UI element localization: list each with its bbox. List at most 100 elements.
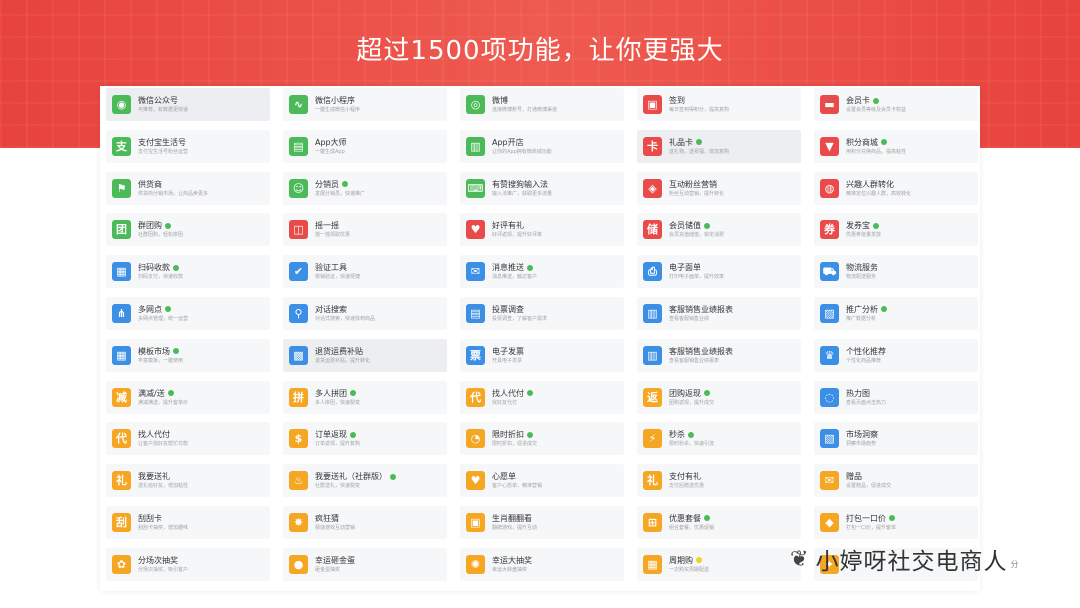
feature-card[interactable]: 储会员储值 会员充值储值，锁定消费 (637, 213, 801, 247)
feature-card[interactable]: ⛟ 物流服务 物流配送服务 (814, 255, 978, 289)
feature-card[interactable]: $ 订单返现 订单返现，提升复购 (283, 422, 447, 456)
feature-card[interactable]: ◔ 限时折扣 限时折扣，促进成交 (460, 422, 624, 456)
feature-name: 客服销售业绩报表 (669, 346, 733, 357)
feature-name: 供货商 (138, 179, 208, 190)
feature-card[interactable]: ◎ 微博 连接微博账号，打通微博渠道 (460, 88, 624, 121)
feature-card[interactable]: 支支付宝生活号 支付宝生活号粉丝运营 (106, 129, 270, 163)
feature-card[interactable]: ♛ 个性化推荐 个性化商品推荐 (814, 338, 978, 372)
feature-name: 赠品 (846, 471, 891, 482)
feature-name-text: 会员储值 (669, 221, 701, 231)
feature-card[interactable]: ✿ 分场次抽奖 分场次抽奖，吸引客户 (106, 547, 270, 581)
feature-name-text: 好评有礼 (492, 221, 524, 231)
feature-name-text: 分场次抽奖 (138, 555, 178, 565)
feature-name-text: 发券宝 (846, 221, 870, 231)
logistics-icon: ⛟ (820, 262, 839, 282)
feature-name: 团购返现 (669, 388, 714, 399)
feature-card[interactable]: ▧ 市场洞察 洞察市场趋势 (814, 422, 978, 456)
feature-card[interactable]: 团群团购 社群团购，轻松拼团 (106, 213, 270, 247)
feature-name: 群团购 (138, 220, 183, 231)
feature-card[interactable]: 代找人代付 找好友代付 (460, 380, 624, 414)
feature-card[interactable]: ▣ 生肖翻翻看 翻牌游戏，提升互动 (460, 505, 624, 539)
feature-card[interactable]: ☺ 分销员 发展分销员，快速推广 (283, 171, 447, 205)
feature-card[interactable]: ✉ 赠品 设置赠品，促进成交 (814, 464, 978, 498)
feature-card[interactable]: ⎙ 电子面单 打印电子面单，提升效率 (637, 255, 801, 289)
check-badge-icon (704, 222, 710, 229)
feature-name: 扫码收款 (138, 262, 183, 273)
feature-card[interactable]: 卡礼品卡 送礼物，送祝福，增加复购 (637, 129, 801, 163)
feature-card[interactable]: ⚑ 供货商 供货商分销市场，让商品卖更多 (106, 171, 270, 205)
stored-value-icon: 储 (643, 220, 662, 240)
feature-card[interactable]: ▤ 投票调查 投票调查，了解客户需求 (460, 296, 624, 330)
fans-marketing-icon: ◈ (643, 178, 662, 198)
feature-name: 找人代付 (138, 429, 188, 440)
feature-card[interactable]: ◌ 热力图 查看页面点击热力 (814, 380, 978, 414)
feature-name-text: 我要送礼（社群版） (315, 472, 387, 482)
feature-name: 模板市场 (138, 346, 183, 357)
check-badge-icon (881, 306, 887, 313)
feature-card[interactable]: 返团购返现 团购返现，提升成交 (637, 380, 801, 414)
feature-card[interactable]: ▨ 推广分析 推广数据分析 (814, 296, 978, 330)
feature-card[interactable]: ▼ 积分商城 用积分兑换商品，提高粘性 (814, 129, 978, 163)
feature-name-text: 找人代付 (138, 430, 170, 440)
feature-card[interactable]: ▦ 扫码收款 扫码支付，快速收款 (106, 255, 270, 289)
feature-card[interactable]: ▩ 退货运费补贴 退货运费补贴，提升转化 (283, 338, 447, 372)
feature-card[interactable]: ◆ 打包一口价 打包一口价，提升客单 (814, 505, 978, 539)
feature-card[interactable]: ◈ 互动粉丝营销 粉丝互动营销，提升转化 (637, 171, 801, 205)
feature-card[interactable]: 代找人代付 让客户找好友帮忙付款 (106, 422, 270, 456)
feature-desc: 打包一口价，提升客单 (846, 524, 897, 531)
feature-card[interactable]: ♨ 我要送礼（社群版） 社群送礼，快速裂变 (283, 464, 447, 498)
feature-card[interactable]: 券发券宝 优惠券批量发放 (814, 213, 978, 247)
feature-card[interactable]: 减满减/送 满减满送，提升客单价 (106, 380, 270, 414)
feature-card[interactable]: ✔ 验证工具 核销验证，快速便捷 (283, 255, 447, 289)
feature-card[interactable]: ✺ 幸运大抽奖 幸运大转盘抽奖 (460, 547, 624, 581)
feature-name: 微博 (492, 95, 557, 106)
feature-card[interactable]: ♥ 好评有礼 好评返现，提升好评率 (460, 213, 624, 247)
sign-in-icon: ▣ (643, 95, 662, 114)
freebie-icon: ✉ (820, 471, 839, 491)
feature-card[interactable]: ⋔ 多网点 多网点管理，统一运营 (106, 296, 270, 330)
feature-card[interactable]: ▥ 客服销售业绩报表 查看客服销售业绩 (637, 296, 801, 330)
feature-card[interactable]: ▦ 模板市场 丰富模板，一键使用 (106, 338, 270, 372)
feature-name: 生肖翻翻看 (492, 513, 537, 524)
feature-card[interactable]: ◫ 摇一摇 摇一摇领取优惠 (283, 213, 447, 247)
feature-card[interactable]: ▤ App大师 一键生成App (283, 129, 447, 163)
feature-card[interactable]: ⚲ 对话搜索 对话式搜索，快速找到商品 (283, 296, 447, 330)
feature-card[interactable]: ◉ 微信公众号 可推荐，有数据更快速 (106, 88, 270, 121)
group-buy-icon: 团 (112, 220, 131, 240)
feature-name: 热力图 (846, 388, 886, 399)
check-badge-icon (527, 390, 533, 397)
feature-card[interactable]: 刮刮刮卡 刮刮卡抽奖，增加趣味 (106, 505, 270, 539)
feature-card[interactable]: ● 幸运砸金蛋 砸金蛋抽奖 (283, 547, 447, 581)
feature-desc: 限时秒杀，快速引流 (669, 441, 715, 448)
feature-card[interactable]: 礼我要送礼 送礼给好友，增加粘性 (106, 464, 270, 498)
community-gift-icon: ♨ (289, 471, 308, 491)
feature-name: 市场洞察 (846, 429, 878, 440)
feature-card[interactable]: ✉ 消息推送 消息推送，触达客户 (460, 255, 624, 289)
feature-card[interactable]: ⊞ 优惠套餐 组合套餐，优惠促销 (637, 505, 801, 539)
feature-name-text: 微信小程序 (315, 96, 355, 105)
feature-card[interactable]: ▥ 客服销售业绩报表 查看客服销售业绩报表 (637, 338, 801, 372)
promotion-analysis-icon: ▨ (820, 303, 839, 323)
wechat-logo-icon: ❦ (790, 546, 810, 572)
feature-card[interactable]: ▣ 签到 每日签到得积分，提高复购 (637, 88, 801, 121)
feature-name: 分场次抽奖 (138, 555, 188, 566)
feature-card[interactable]: ⌨ 有赞搜狗输入法 输入法推广，获取更多流量 (460, 171, 624, 205)
feature-name: 打包一口价 (846, 513, 896, 524)
feature-card[interactable]: ▦ 周期购 一次购买周期配送 (637, 547, 801, 581)
scan-pay-icon: ▦ (112, 262, 131, 282)
feature-card[interactable]: 拼多人拼团 多人拼团，快速裂变 (283, 380, 447, 414)
feature-card[interactable]: ♥ 心愿单 客户心愿单，精准营销 (460, 464, 624, 498)
feature-name-text: 客服销售业绩报表 (669, 346, 733, 356)
weibo-icon: ◎ (466, 95, 485, 114)
feature-card[interactable]: ∿ 微信小程序 一键生成微信小程序 (283, 88, 447, 121)
feature-card[interactable]: ✸ 疯狂猜 猜谜游戏互动营销 (283, 505, 447, 539)
check-badge-icon (704, 515, 710, 522)
feature-card[interactable]: ◍ 兴趣人群转化 精准定位兴趣人群，高效转化 (814, 171, 978, 205)
feature-grid: ◉ 微信公众号 可推荐，有数据更快速 ∿ 微信小程序 一键生成微信小程序 ◎ 微博 连接微博账号… (106, 88, 980, 590)
feature-desc: 一次购买周期配送 (669, 566, 710, 573)
feature-card[interactable]: ▥ App开店 让你的App拥有微商城功能 (460, 129, 624, 163)
feature-card[interactable]: 礼支付有礼 支付后赠送优惠 (637, 464, 801, 498)
feature-card[interactable]: 票电子发票 开具电子发票 (460, 338, 624, 372)
feature-card[interactable]: ▬ 会员卡 设置会员等级及会员卡权益 (814, 88, 978, 121)
feature-card[interactable]: ⚡ 秒杀 限时秒杀，快速引流 (637, 422, 801, 456)
